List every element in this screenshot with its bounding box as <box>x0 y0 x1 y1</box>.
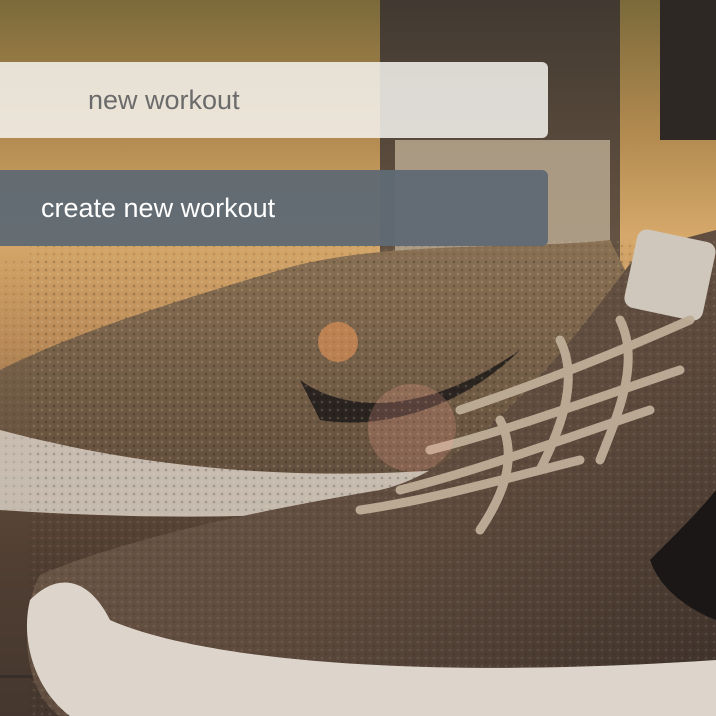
create-workout-button[interactable]: create new workout <box>0 170 548 246</box>
lens-flare-large <box>368 384 456 472</box>
app-screen: create new workout <box>0 0 716 716</box>
front-shoe-tongue <box>624 229 716 321</box>
front-leg <box>660 0 716 140</box>
lens-flare-small <box>318 322 358 362</box>
workout-name-input[interactable] <box>0 62 548 138</box>
